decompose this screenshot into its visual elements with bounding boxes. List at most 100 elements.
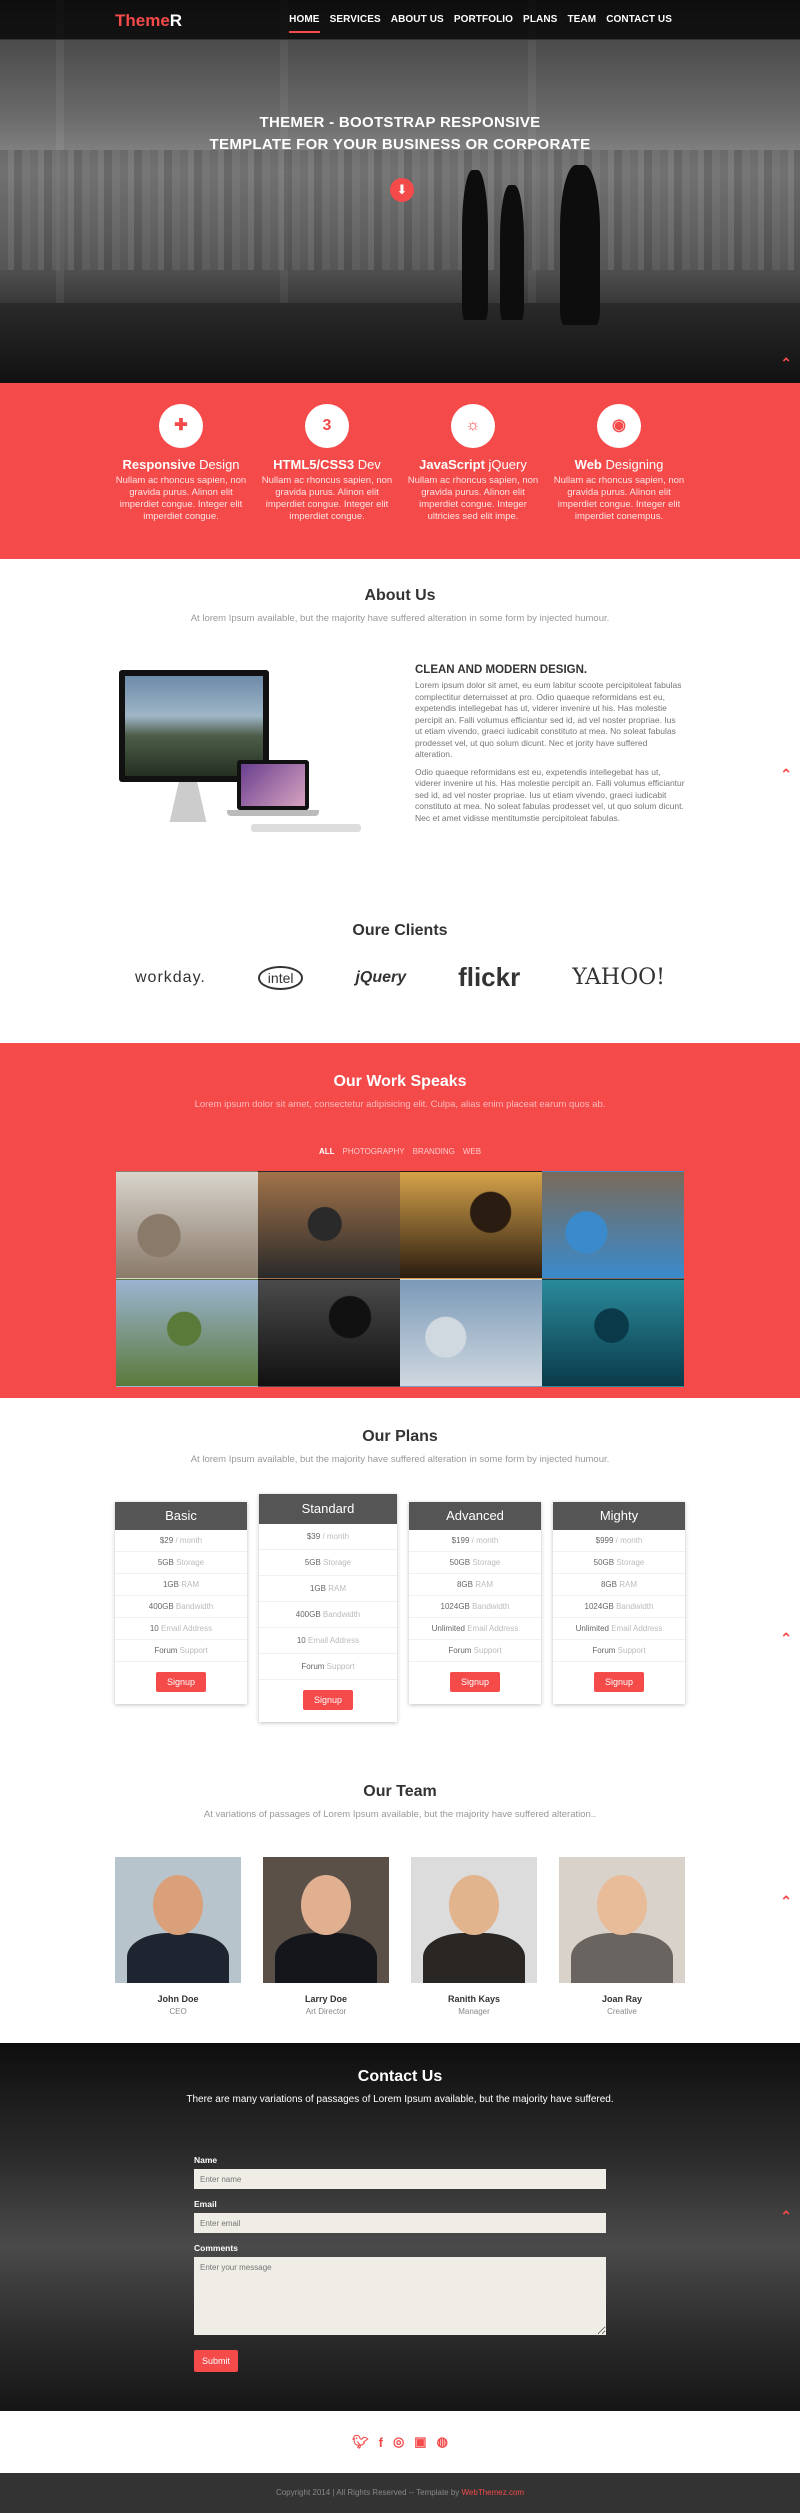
flickr-icon[interactable]: ▣	[414, 2434, 426, 2450]
footer-link[interactable]: WebThemez.com	[462, 2488, 525, 2497]
mouse-photo[interactable]	[116, 1171, 258, 1279]
plan-feature: 50GB Storage	[409, 1552, 541, 1574]
jumping-people-photo[interactable]	[400, 1171, 542, 1279]
site-logo[interactable]: ThemeR	[115, 11, 182, 31]
about-heading: CLEAN AND MODERN DESIGN.	[415, 664, 588, 676]
feature-card: ✚ Responsive Design Nullam ac rhoncus sa…	[115, 404, 247, 523]
plan-feature: 1GB RAM	[115, 1574, 247, 1596]
section-subtitle: At lorem Ipsum available, but the majori…	[190, 1454, 610, 1465]
ocean-jump-photo[interactable]	[542, 1279, 684, 1387]
nav-portfolio[interactable]: PORTFOLIO	[454, 14, 513, 33]
nav-contact[interactable]: CONTACT US	[606, 14, 672, 33]
power-lines-photo[interactable]	[258, 1171, 400, 1279]
pricing-table: Basic $29 / month 5GB Storage 1GB RAM 400GB …	[115, 1494, 685, 1722]
filter-photography[interactable]: PHOTOGRAPHY	[343, 1147, 405, 1156]
about-paragraph: Odio quaeque reformidans est eu, expeten…	[415, 766, 685, 823]
paraglider-photo[interactable]	[400, 1279, 542, 1387]
plus-icon: ✚	[159, 404, 203, 448]
plan-feature: 8GB RAM	[553, 1574, 685, 1596]
team-member: Larry Doe Art Director	[263, 1857, 389, 2016]
scroll-down-icon[interactable]: ⬇	[390, 178, 414, 202]
plan-feature: Unlimited Email Address	[409, 1618, 541, 1640]
lightbulb-icon: ☼	[451, 404, 495, 448]
plans-section: Our Plans At lorem Ipsum available, but …	[0, 1398, 800, 1753]
plan-feature: 10 Email Address	[115, 1618, 247, 1640]
logo-text: Theme	[115, 11, 170, 30]
dribbble-icon[interactable]: ◎	[393, 2434, 404, 2450]
dribbble-icon: ◉	[597, 404, 641, 448]
plan-feature: Forum Support	[553, 1640, 685, 1662]
signup-button[interactable]: Signup	[302, 1690, 354, 1710]
portfolio-section: Our Work Speaks Lorem ipsum dolor sit am…	[0, 1043, 800, 1398]
about-paragraph: Lorem ipsum dolor sit amet, eu eum labit…	[415, 680, 682, 759]
portfolio-grid	[116, 1171, 684, 1387]
logo-text-end: R	[169, 11, 183, 30]
surfer-photo[interactable]	[258, 1279, 400, 1387]
contact-section: Contact Us There are many variations of …	[0, 2043, 800, 2411]
nav-home[interactable]: HOME	[289, 14, 320, 33]
facebook-icon[interactable]: f	[379, 2435, 383, 2450]
filter-web[interactable]: WEB	[463, 1147, 481, 1156]
clients-section: Oure Clients workday. intel jQuery flick…	[0, 922, 800, 1043]
feature-text: Nullam ac rhoncus sapien, non gravida pu…	[407, 475, 539, 522]
plan-feature: 8GB RAM	[409, 1574, 541, 1596]
member-name: Ranith Kays	[447, 1994, 500, 2004]
nav-services[interactable]: SERVICES	[330, 14, 381, 33]
section-title: Our Plans	[362, 1428, 438, 1445]
feature-card: ☼ JavaScript jQuery Nullam ac rhoncus sa…	[407, 404, 539, 523]
signup-button[interactable]: Signup	[449, 1672, 501, 1692]
services-section: ✚ Responsive Design Nullam ac rhoncus sa…	[0, 383, 800, 559]
main-menu: HOME SERVICES ABOUT US PORTFOLIO PLANS T…	[289, 14, 672, 33]
hero-title: THEMER - BOOTSTRAP RESPONSIVE TEMPLATE FO…	[209, 114, 591, 153]
email-field[interactable]	[194, 2213, 606, 2233]
plan-name: Standard	[259, 1494, 397, 1524]
laptop-chart-photo[interactable]	[542, 1171, 684, 1279]
member-photo	[559, 1857, 685, 1983]
plan-feature: 1024GB Bandwidth	[409, 1596, 541, 1618]
member-name: Joan Ray	[601, 1994, 643, 2004]
plan-feature: 10 Email Address	[259, 1628, 397, 1654]
member-role: Manager	[458, 2007, 490, 2016]
nav-about[interactable]: ABOUT US	[391, 14, 444, 33]
plan-card: Advanced $199 / month 50GB Storage 8GB RAM 1…	[409, 1502, 541, 1704]
plan-name: Advanced	[409, 1502, 541, 1530]
section-subtitle: At variations of passages of Lorem Ipsum…	[203, 1809, 597, 1820]
plan-feature: 5GB Storage	[259, 1550, 397, 1576]
jquery-logo: jQuery	[355, 968, 407, 986]
person-silhouette	[462, 170, 488, 320]
member-role: Art Director	[305, 2007, 347, 2016]
plan-card: Standard $39 / month 5GB Storage 1GB RAM 400…	[259, 1494, 397, 1722]
plan-feature: 50GB Storage	[553, 1552, 685, 1574]
back-to-top-icon[interactable]: ⌃	[780, 355, 792, 372]
member-role: CEO	[169, 2007, 187, 2016]
contact-form: Name Email Comments Submit	[194, 2155, 606, 2372]
plan-feature: $39 / month	[259, 1524, 397, 1550]
nav-plans[interactable]: PLANS	[523, 14, 557, 33]
signup-button[interactable]: Signup	[155, 1672, 207, 1692]
back-to-top-icon[interactable]: ⌃	[780, 1893, 792, 1910]
member-photo	[411, 1857, 537, 1983]
github-icon[interactable]: ◍	[437, 2434, 448, 2450]
top-navbar: ThemeR HOME SERVICES ABOUT US PORTFOLIO …	[0, 0, 800, 40]
plan-card: Mighty $999 / month 50GB Storage 8GB RAM 102…	[553, 1502, 685, 1704]
filter-all[interactable]: ALL	[319, 1147, 335, 1156]
feature-text: Nullam ac rhoncus sapien, non gravida pu…	[261, 475, 393, 522]
signup-button[interactable]: Signup	[593, 1672, 645, 1692]
name-field[interactable]	[194, 2169, 606, 2189]
name-label: Name	[194, 2155, 218, 2165]
css3-icon: 3	[305, 404, 349, 448]
motocross-photo[interactable]	[116, 1279, 258, 1387]
submit-button[interactable]: Submit	[194, 2350, 239, 2372]
filter-branding[interactable]: BRANDING	[413, 1147, 455, 1156]
section-title: About Us	[364, 587, 436, 604]
back-to-top-icon[interactable]: ⌃	[780, 2208, 792, 2225]
floor-shadow	[0, 303, 800, 383]
back-to-top-icon[interactable]: ⌃	[780, 1630, 792, 1647]
comments-field[interactable]	[194, 2257, 606, 2335]
portfolio-filters: ALL PHOTOGRAPHY BRANDING WEB	[0, 1147, 800, 1156]
back-to-top-icon[interactable]: ⌃	[780, 766, 792, 783]
intel-logo: intel	[257, 965, 304, 990]
twitter-icon[interactable]: 🐦︎	[352, 2434, 369, 2450]
nav-team[interactable]: TEAM	[567, 14, 596, 33]
plan-feature: 1024GB Bandwidth	[553, 1596, 685, 1618]
